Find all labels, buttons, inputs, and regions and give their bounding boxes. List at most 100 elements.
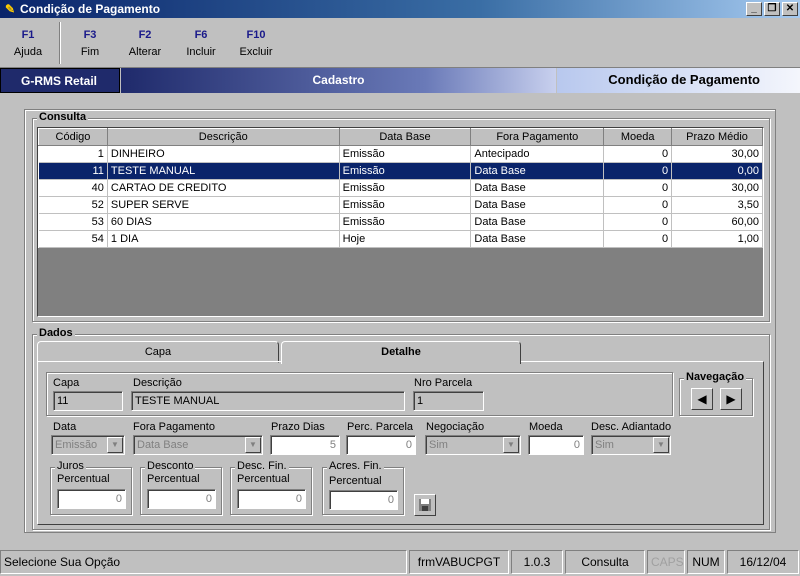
- nro-parcela-field[interactable]: 1: [413, 391, 484, 411]
- desc-adiantado-label: Desc. Adiantado: [591, 421, 672, 433]
- perc-parcela-label: Perc. Parcela: [347, 421, 414, 433]
- cell-data-base: Emissão: [339, 162, 472, 180]
- cell-codigo: 40: [38, 179, 108, 197]
- data-select[interactable]: Emissão ▼: [51, 435, 125, 455]
- cell-fora-pagamento: Data Base: [470, 162, 605, 180]
- delete-button[interactable]: F10 Excluir: [235, 29, 277, 58]
- desc-fin-percentual-label: Percentual: [237, 473, 290, 485]
- status-version: 1.0.3: [511, 550, 563, 574]
- chevron-down-icon: ▼: [503, 437, 519, 453]
- chevron-down-icon: ▼: [245, 437, 261, 453]
- exit-key: F3: [83, 29, 97, 41]
- table-row[interactable]: 40 CARTAO DE CREDITO Emissão Data Base 0…: [38, 179, 763, 197]
- desconto-title: Desconto: [145, 460, 196, 472]
- cell-data-base: Emissão: [339, 213, 472, 231]
- table-row-selected[interactable]: 11 TESTE MANUAL Emissão Data Base 0 0,00: [38, 162, 763, 180]
- cell-moeda: 0: [603, 213, 673, 231]
- desconto-percentual-field[interactable]: 0: [147, 489, 216, 509]
- cell-data-base: Emissão: [339, 196, 472, 214]
- table-row[interactable]: 52 SUPER SERVE Emissão Data Base 0 3,50: [38, 196, 763, 214]
- cell-prazo-medio: 60,00: [671, 213, 763, 231]
- help-button[interactable]: F1 Ajuda: [10, 29, 46, 58]
- descricao-field[interactable]: TESTE MANUAL: [131, 391, 405, 411]
- consulta-grid[interactable]: Código Descrição Data Base Fora Pagament…: [37, 127, 764, 317]
- descricao-label: Descrição: [133, 377, 182, 389]
- floppy-disk-icon: [419, 499, 431, 511]
- exit-label: Fim: [80, 46, 100, 58]
- fora-pagamento-select[interactable]: Data Base ▼: [133, 435, 263, 455]
- tab-capa[interactable]: Capa: [37, 341, 279, 363]
- status-bar: Selecione Sua Opção frmVABUCPGT 1.0.3 Co…: [0, 548, 800, 574]
- table-row[interactable]: 54 1 DIA Hoje Data Base 0 1,00: [38, 230, 763, 248]
- cell-codigo: 1: [38, 145, 108, 163]
- juros-percentual-field[interactable]: 0: [57, 489, 126, 509]
- status-date: 16/12/04: [727, 550, 799, 574]
- toolbar-separator: [59, 22, 61, 64]
- save-button[interactable]: [414, 494, 436, 516]
- table-row[interactable]: 53 60 DIAS Emissão Data Base 0 60,00: [38, 213, 763, 231]
- module-name: Cadastro: [121, 68, 556, 93]
- cell-codigo: 53: [38, 213, 108, 231]
- acres-fin-percentual-field[interactable]: 0: [329, 490, 398, 510]
- cell-moeda: 0: [603, 230, 673, 248]
- help-key: F1: [21, 29, 35, 41]
- col-header-data-base[interactable]: Data Base: [338, 128, 472, 146]
- edit-key: F2: [138, 29, 152, 41]
- tab-detalhe[interactable]: Detalhe: [281, 341, 521, 364]
- moeda-field[interactable]: 0: [528, 435, 584, 455]
- cell-data-base: Hoje: [339, 230, 472, 248]
- cell-descricao: TESTE MANUAL: [107, 162, 340, 180]
- acres-fin-percentual-label: Percentual: [329, 475, 382, 487]
- consulta-table: Código Descrição Data Base Fora Pagament…: [38, 128, 763, 248]
- cell-fora-pagamento: Data Base: [470, 196, 605, 214]
- cell-fora-pagamento: Data Base: [470, 213, 605, 231]
- negociacao-select[interactable]: Sim ▼: [425, 435, 521, 455]
- maximize-button[interactable]: ❐: [764, 2, 780, 16]
- cell-moeda: 0: [603, 145, 673, 163]
- edit-button[interactable]: F2 Alterar: [125, 29, 165, 58]
- navegacao-title: Navegação: [684, 371, 747, 383]
- desc-fin-percentual-field[interactable]: 0: [237, 489, 306, 509]
- col-header-descricao[interactable]: Descrição: [106, 128, 340, 146]
- fora-pagamento-label: Fora Pagamento: [133, 421, 215, 433]
- desc-adiantado-select[interactable]: Sim ▼: [591, 435, 671, 455]
- juros-title: Juros: [55, 460, 86, 472]
- prev-record-button[interactable]: ◀: [691, 388, 713, 410]
- cell-descricao: 1 DIA: [107, 230, 340, 248]
- cell-descricao: 60 DIAS: [107, 213, 340, 231]
- cell-codigo: 54: [38, 230, 108, 248]
- chevron-down-icon: ▼: [653, 437, 669, 453]
- cell-descricao: CARTAO DE CREDITO: [107, 179, 340, 197]
- fora-pagamento-value: Data Base: [137, 439, 189, 451]
- next-record-button[interactable]: ▶: [720, 388, 742, 410]
- cell-prazo-medio: 3,50: [671, 196, 763, 214]
- close-button[interactable]: ✕: [782, 2, 798, 16]
- capa-field[interactable]: 11: [53, 391, 123, 411]
- col-header-codigo[interactable]: Código: [38, 128, 108, 146]
- status-caps: CAPS: [647, 550, 685, 574]
- capa-label: Capa: [53, 377, 80, 389]
- juros-percentual-label: Percentual: [57, 473, 110, 485]
- perc-parcela-field[interactable]: 0: [346, 435, 416, 455]
- add-button[interactable]: F6 Incluir: [181, 29, 221, 58]
- cell-moeda: 0: [603, 179, 673, 197]
- help-label: Ajuda: [13, 46, 43, 58]
- cell-descricao: SUPER SERVE: [107, 196, 340, 214]
- window-title: Condição de Pagamento: [20, 2, 161, 16]
- cell-data-base: Emissão: [339, 179, 472, 197]
- col-header-moeda[interactable]: Moeda: [603, 128, 673, 146]
- negociacao-value: Sim: [429, 439, 448, 451]
- exit-button[interactable]: F3 Fim: [72, 29, 108, 58]
- nro-parcela-label: Nro Parcela: [414, 377, 473, 389]
- prazo-dias-label: Prazo Dias: [271, 421, 325, 433]
- prazo-dias-field[interactable]: 5: [270, 435, 340, 455]
- table-row[interactable]: 1 DINHEIRO Emissão Antecipado 0 30,00: [38, 145, 763, 163]
- delete-label: Excluir: [239, 46, 273, 58]
- acres-fin-title: Acres. Fin.: [327, 460, 384, 472]
- col-header-prazo-medio[interactable]: Prazo Médio: [671, 128, 763, 146]
- status-form-name: frmVABUCPGT: [409, 550, 509, 574]
- data-value: Emissão: [55, 439, 98, 451]
- col-header-fora-pagamento[interactable]: Fora Pagamento: [470, 128, 605, 146]
- negociacao-label: Negociação: [426, 421, 485, 433]
- minimize-button[interactable]: _: [746, 2, 762, 16]
